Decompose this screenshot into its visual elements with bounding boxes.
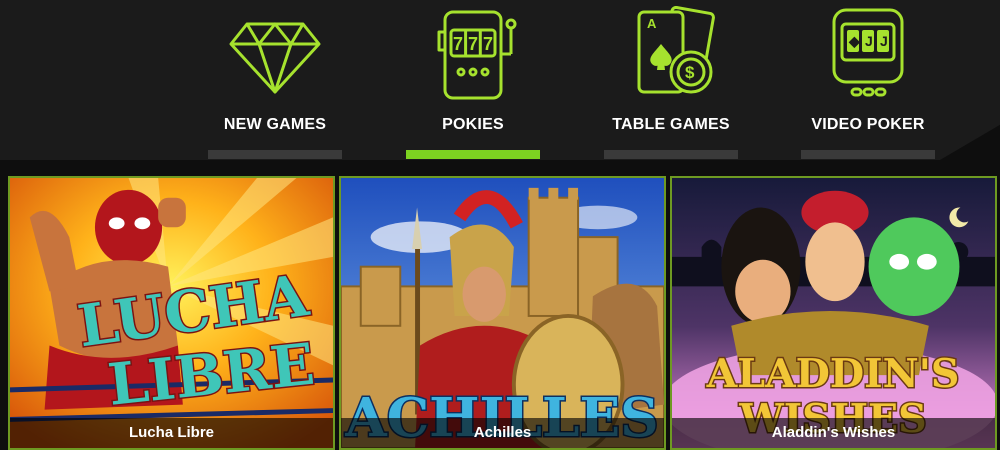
category-underline: [208, 150, 342, 159]
game-title: Lucha Libre: [10, 418, 333, 448]
svg-text:ALADDIN'S: ALADDIN'S: [706, 351, 960, 397]
svg-text:7: 7: [483, 34, 493, 54]
svg-text:A: A: [647, 16, 657, 31]
category-label: VIDEO POKER: [811, 116, 925, 133]
svg-text:$: $: [685, 63, 695, 82]
game-title: Aladdin's Wishes: [672, 418, 995, 448]
svg-text:◆: ◆: [848, 33, 861, 49]
svg-text:7: 7: [468, 34, 478, 54]
slot-machine-icon: 7 7 7: [423, 6, 523, 102]
category-new-games[interactable]: NEW GAMES: [208, 0, 342, 160]
category-nav: NEW GAMES 7 7 7 POKIES A $ TABLE GAMES ◆…: [0, 0, 1000, 160]
category-label: TABLE GAMES: [612, 116, 730, 133]
category-table-games[interactable]: A $ TABLE GAMES: [604, 0, 738, 160]
category-underline: [801, 150, 935, 159]
game-title: Achilles: [341, 418, 664, 448]
category-video-poker[interactable]: ◆ J J VIDEO POKER: [801, 0, 935, 160]
svg-text:J: J: [865, 33, 873, 49]
category-label: NEW GAMES: [223, 116, 327, 133]
game-grid: LUCHA LIBRE Lucha Libre Achilles ALADDIN…: [8, 176, 998, 450]
game-thumbnail: LUCHA LIBRE: [10, 178, 333, 448]
game-tile-achilles[interactable]: ACHILLES Achilles: [339, 176, 666, 450]
cards-chip-icon: A $: [621, 6, 721, 102]
game-thumbnail: ALADDIN'S WISHES: [672, 178, 995, 448]
svg-text:7: 7: [453, 34, 463, 54]
category-underline-active: [406, 150, 540, 159]
nav-corner-wedge: [940, 124, 1000, 160]
video-poker-icon: ◆ J J: [818, 6, 918, 102]
svg-text:J: J: [880, 33, 888, 49]
game-thumbnail: ACHILLES: [341, 178, 664, 448]
category-pokies[interactable]: 7 7 7 POKIES: [406, 0, 540, 160]
category-underline: [604, 150, 738, 159]
diamond-icon: [225, 6, 325, 102]
game-tile-lucha-libre[interactable]: LUCHA LIBRE Lucha Libre: [8, 176, 335, 450]
category-label: POKIES: [442, 116, 504, 133]
game-tile-aladdins-wishes[interactable]: ALADDIN'S WISHES Aladdin's Wishes: [670, 176, 997, 450]
